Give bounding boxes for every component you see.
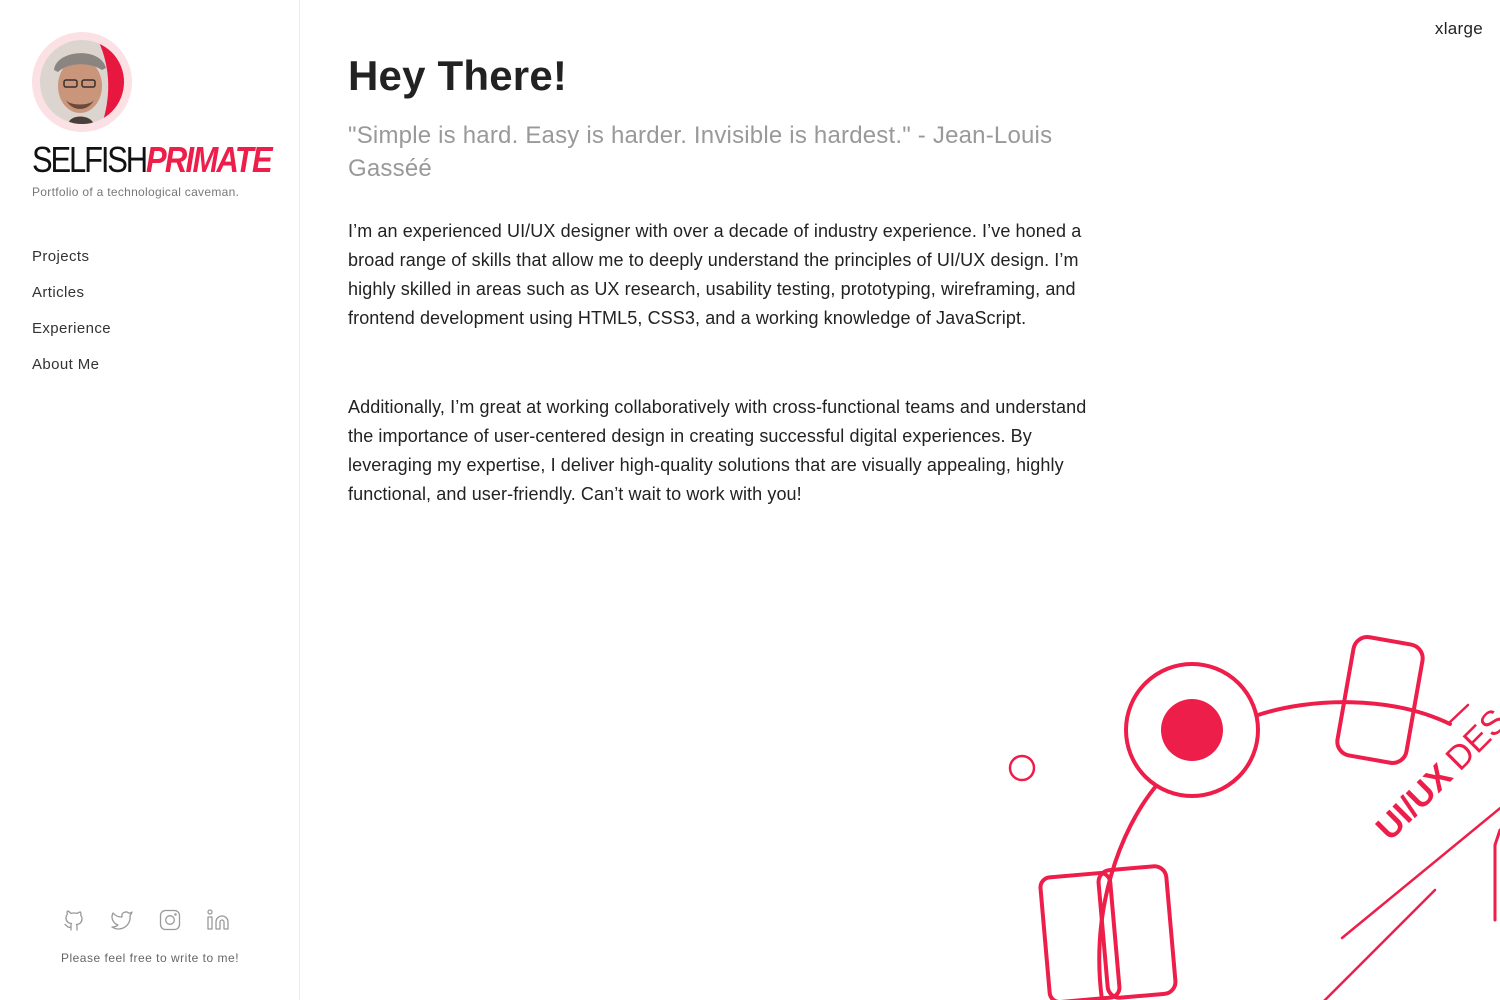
rounded-rect-shape <box>1335 635 1425 765</box>
diagonal-line-shape <box>1323 888 1437 1000</box>
diagonal-line-shape <box>1448 703 1470 724</box>
nav-item-articles[interactable]: Articles <box>32 283 111 319</box>
breakpoint-label: xlarge <box>1434 19 1483 38</box>
page-title: Hey There! <box>348 52 568 99</box>
nav-item-experience[interactable]: Experience <box>32 319 111 355</box>
nav-item-projects[interactable]: Projects <box>32 247 111 283</box>
quote: "Simple is hard. Easy is harder. Invisib… <box>348 122 1053 182</box>
instagram-icon[interactable] <box>158 906 182 934</box>
filled-dot-shape <box>1161 699 1223 761</box>
nav-item-about-me[interactable]: About Me <box>32 355 111 391</box>
arc-shape <box>1256 700 1452 726</box>
tagline: Portfolio of a technological caveman. <box>32 185 240 199</box>
social-links <box>62 906 230 934</box>
intro-paragraph: Additionally, I’m great at working colla… <box>348 397 1087 504</box>
avatar-photo <box>40 40 124 124</box>
twitter-icon[interactable] <box>110 906 134 934</box>
linkedin-icon[interactable] <box>206 906 230 934</box>
brand-logo[interactable]: SELFISH PRIMATE <box>32 139 273 180</box>
intro-paragraph: I’m an experienced UI/UX designer with o… <box>348 221 1082 328</box>
sidebar: SELFISH PRIMATE Portfolio of a technologi… <box>0 0 300 1000</box>
uiux-illustration: UI/UXDES <box>1008 635 1500 1000</box>
main-nav: Projects Articles Experience About Me <box>32 247 111 391</box>
diagonal-line-shape <box>1493 828 1500 922</box>
github-icon[interactable] <box>62 906 86 934</box>
illustration-text-light: DES <box>1439 702 1500 778</box>
brand-logo-part2: PRIMATE <box>145 139 273 180</box>
illustration-text-bold: UI/UX <box>1369 756 1460 847</box>
contact-prompt: Please feel free to write to me! <box>60 951 240 965</box>
small-circle-shape <box>1008 754 1036 782</box>
avatar[interactable] <box>32 32 132 132</box>
brand-logo-part1: SELFISH <box>32 139 148 180</box>
